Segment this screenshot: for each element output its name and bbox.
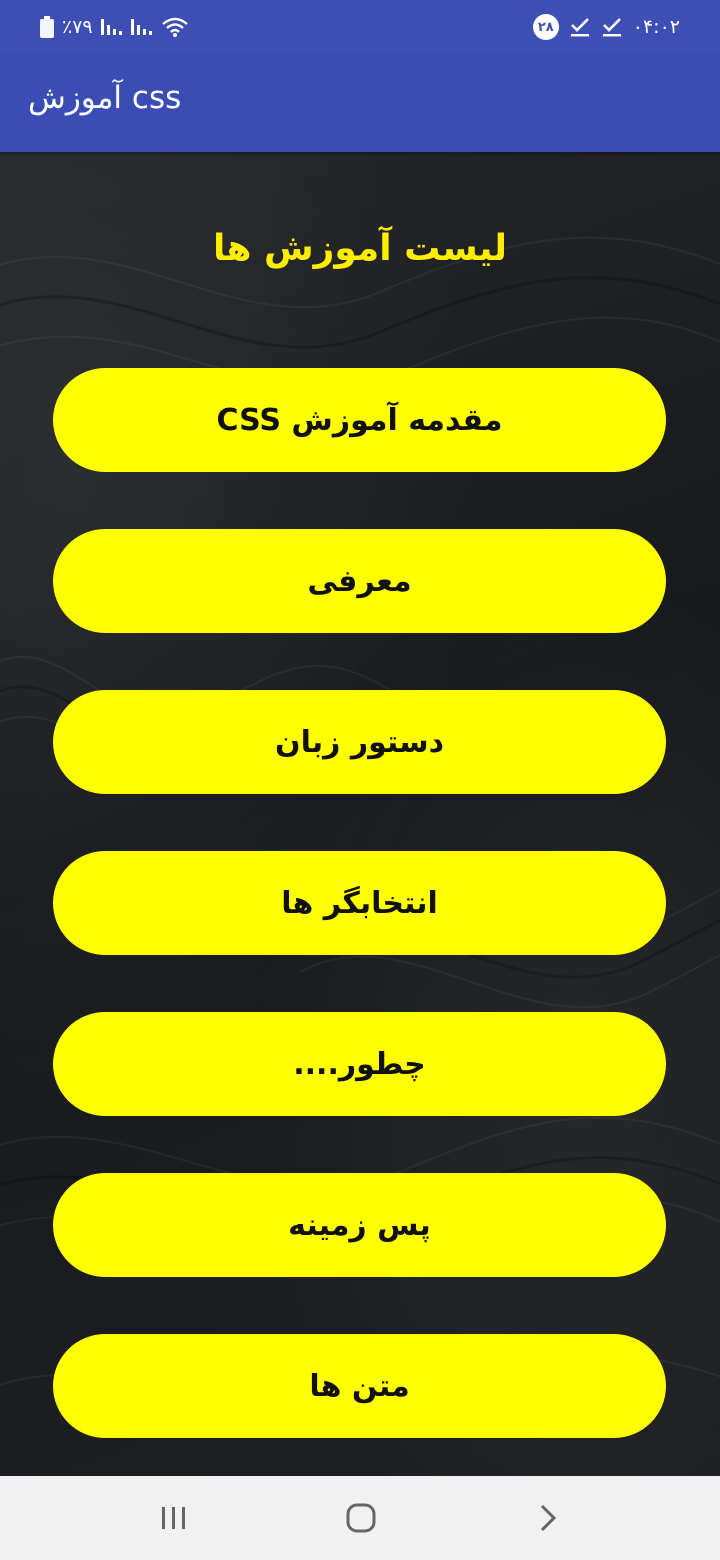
notification-badge: ۲۸ bbox=[532, 14, 559, 40]
home-icon bbox=[346, 1503, 376, 1533]
check-icon bbox=[602, 18, 621, 37]
back-icon bbox=[540, 1504, 557, 1532]
battery-percent: ٪۷۹ bbox=[62, 16, 93, 38]
menu-item-how-to[interactable]: چطور.... bbox=[53, 1012, 666, 1116]
signal-icon-2 bbox=[130, 19, 152, 35]
menu-item-syntax[interactable]: دستور زبان bbox=[53, 690, 666, 794]
recents-button[interactable] bbox=[154, 1498, 194, 1538]
recents-icon bbox=[162, 1507, 185, 1529]
menu-item-introduction[interactable]: معرفی bbox=[53, 529, 666, 633]
app-bar: آموزش css bbox=[0, 54, 720, 152]
status-time: ۰۴:۰۲ bbox=[632, 16, 680, 38]
page-heading: لیست آموزش ها bbox=[212, 228, 508, 269]
navigation-bar bbox=[0, 1476, 720, 1560]
app-title: آموزش css bbox=[28, 80, 182, 116]
signal-icon bbox=[100, 19, 122, 35]
menu-item-background[interactable]: پس زمینه bbox=[53, 1173, 666, 1277]
battery-icon bbox=[40, 16, 54, 38]
status-right: ۲۸ ۰۴:۰۲ bbox=[532, 12, 680, 42]
menu-item-selectors[interactable]: انتخابگر ها bbox=[53, 851, 666, 955]
menu-item-text[interactable]: متن ها bbox=[53, 1334, 666, 1438]
status-bar: ٪۷۹ ۲۸ ۰۴:۰۲ bbox=[0, 0, 720, 54]
menu-item-css-intro[interactable]: مقدمه آموزش CSS bbox=[53, 368, 666, 472]
wifi-icon bbox=[161, 17, 188, 37]
main-content[interactable]: لیست آموزش ها مقدمه آموزش CSS معرفی دستو… bbox=[0, 152, 720, 1476]
status-left: ٪۷۹ bbox=[40, 14, 189, 40]
back-button[interactable] bbox=[528, 1498, 568, 1538]
home-button[interactable] bbox=[341, 1498, 381, 1538]
background-pattern bbox=[0, 236, 720, 1416]
check-icon bbox=[570, 18, 589, 37]
